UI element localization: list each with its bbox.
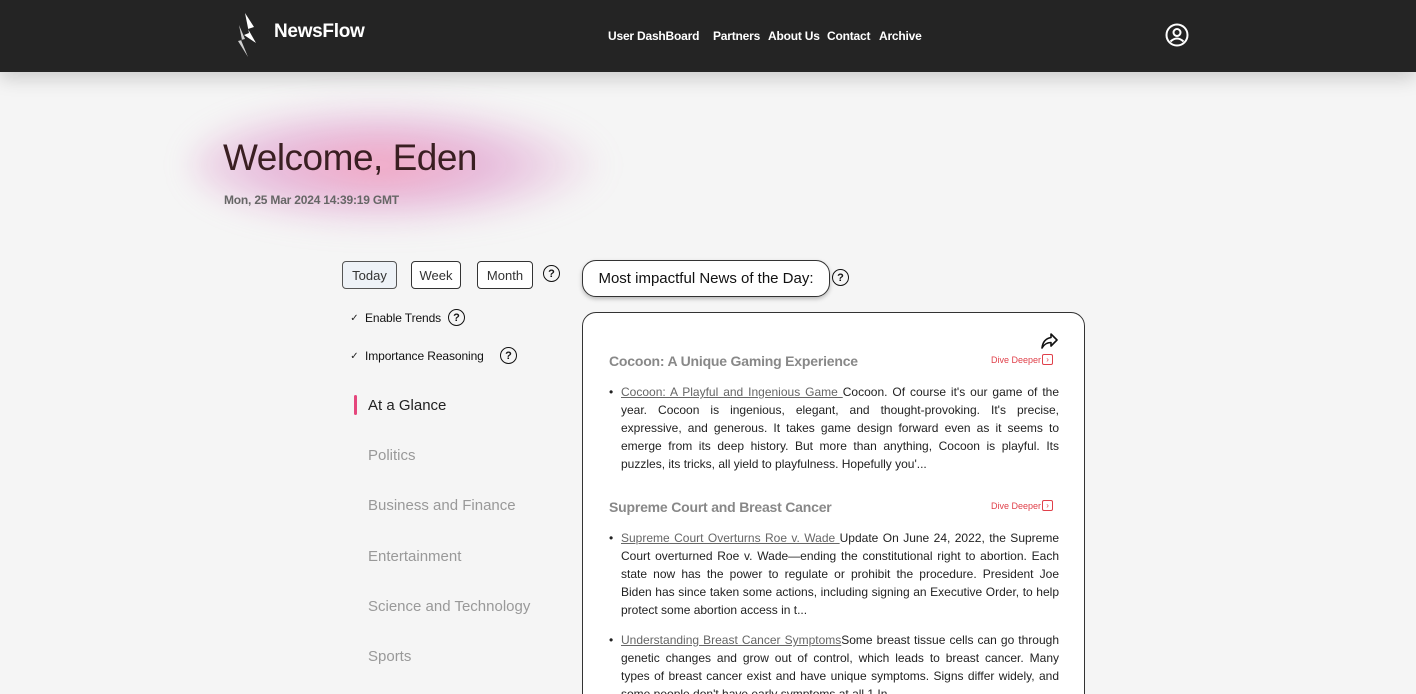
category-science-and-technology[interactable]: Science and Technology — [368, 598, 530, 615]
active-category-indicator — [354, 395, 357, 415]
share-icon[interactable] — [1040, 333, 1058, 349]
top-navbar: NewsFlow User DashBoard Partners About U… — [0, 0, 1416, 72]
enable-trends-checkbox[interactable]: ✓ — [349, 313, 360, 324]
dive-deeper-link[interactable]: Dive Deeper › — [991, 500, 1054, 511]
dive-deeper-label: Dive Deeper — [991, 354, 1042, 365]
welcome-heading: Welcome, Eden — [223, 137, 478, 178]
nav-archive[interactable]: Archive — [879, 29, 922, 43]
nav-contact[interactable]: Contact — [827, 29, 870, 43]
range-today-button[interactable]: Today — [342, 261, 397, 289]
range-month-button[interactable]: Month — [477, 261, 533, 289]
dive-deeper-label: Dive Deeper — [991, 500, 1042, 511]
dive-deeper-arrow-icon: › — [1042, 500, 1054, 511]
range-week-button[interactable]: Week — [411, 261, 461, 289]
news-card: Cocoon: A Unique Gaming Experience Dive … — [582, 312, 1085, 694]
news-item: Understanding Breast Cancer SymptomsSome… — [609, 631, 1059, 694]
importance-reasoning-label: Importance Reasoning — [365, 349, 484, 363]
newsflow-logo-icon[interactable] — [236, 13, 258, 57]
nav-partners[interactable]: Partners — [713, 29, 760, 43]
category-politics[interactable]: Politics — [368, 447, 416, 464]
category-at-a-glance[interactable]: At a Glance — [368, 397, 446, 414]
enable-trends-label: Enable Trends — [365, 311, 442, 325]
news-item: Supreme Court Overturns Roe v. Wade Upda… — [609, 529, 1059, 619]
dive-deeper-arrow-icon: › — [1042, 354, 1054, 365]
news-item-link[interactable]: Understanding Breast Cancer Symptoms — [621, 633, 841, 647]
enable-trends-help-icon[interactable]: ? — [448, 309, 465, 326]
category-entertainment[interactable]: Entertainment — [368, 548, 461, 565]
impactful-news-help-icon[interactable]: ? — [832, 269, 849, 286]
news-item-link[interactable]: Supreme Court Overturns Roe v. Wade — [621, 531, 840, 545]
importance-reasoning-checkbox[interactable]: ✓ — [349, 351, 360, 362]
category-business-and-finance[interactable]: Business and Finance — [368, 497, 516, 514]
user-profile-icon[interactable] — [1165, 23, 1189, 47]
news-item: Cocoon: A Playful and Ingenious Game Coc… — [609, 383, 1059, 473]
impactful-news-heading: Most impactful News of the Day: — [582, 260, 830, 297]
current-datetime: Mon, 25 Mar 2024 14:39:19 GMT — [224, 193, 399, 207]
range-help-icon[interactable]: ? — [543, 265, 560, 282]
nav-user-dashboard[interactable]: User DashBoard — [608, 29, 699, 43]
brand-name[interactable]: NewsFlow — [274, 21, 365, 43]
news-item-link[interactable]: Cocoon: A Playful and Ingenious Game — [621, 385, 843, 399]
category-sports[interactable]: Sports — [368, 648, 411, 665]
story-title: Cocoon: A Unique Gaming Experience — [609, 353, 858, 369]
story-title: Supreme Court and Breast Cancer — [609, 499, 832, 515]
nav-about-us[interactable]: About Us — [768, 29, 820, 43]
importance-reasoning-help-icon[interactable]: ? — [500, 347, 517, 364]
dive-deeper-link[interactable]: Dive Deeper › — [991, 354, 1054, 365]
